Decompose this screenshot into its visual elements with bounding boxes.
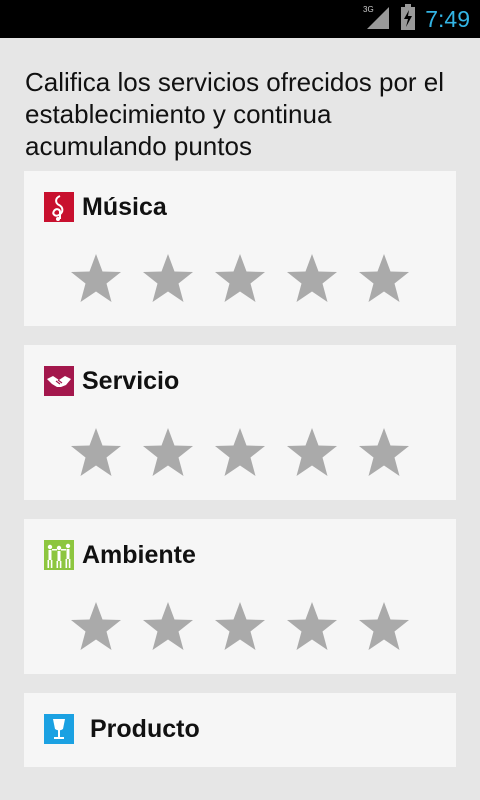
intro-text: Califica los servicios ofrecidos por el … [25, 67, 445, 161]
category-title: Producto [90, 714, 200, 743]
star-icon[interactable] [212, 425, 268, 481]
battery-charging-icon [401, 3, 416, 35]
star-icon[interactable] [284, 425, 340, 481]
category-title: Música [82, 192, 167, 221]
handshake-icon [44, 366, 74, 396]
rating-card-ambiente: Ambiente [24, 519, 456, 674]
star-rating[interactable] [68, 599, 428, 655]
star-icon[interactable] [356, 251, 412, 307]
people-dancing-icon [44, 540, 74, 570]
card-header: Música [44, 191, 167, 223]
svg-text:3G: 3G [363, 5, 374, 14]
glass-icon [44, 714, 74, 744]
star-icon[interactable] [284, 599, 340, 655]
star-icon[interactable] [356, 425, 412, 481]
category-title: Ambiente [82, 540, 196, 569]
music-note-icon [44, 192, 74, 222]
card-header: Servicio [44, 365, 179, 397]
rating-card-servicio: Servicio [24, 345, 456, 500]
rating-card-producto: Producto [24, 693, 456, 767]
rating-card-musica: Música [24, 171, 456, 326]
status-bar: 3G 7:49 [0, 0, 480, 38]
clock: 7:49 [425, 5, 470, 32]
star-icon[interactable] [284, 251, 340, 307]
star-icon[interactable] [212, 251, 268, 307]
star-icon[interactable] [68, 599, 124, 655]
star-icon[interactable] [356, 599, 412, 655]
category-title: Servicio [82, 366, 180, 395]
star-rating[interactable] [68, 251, 428, 307]
signal-icon: 3G [363, 3, 391, 36]
card-header: Ambiente [44, 539, 196, 571]
star-icon[interactable] [212, 599, 268, 655]
star-icon[interactable] [68, 425, 124, 481]
star-icon[interactable] [68, 251, 124, 307]
star-icon[interactable] [140, 251, 196, 307]
star-icon[interactable] [140, 599, 196, 655]
star-rating[interactable] [68, 425, 428, 481]
star-icon[interactable] [140, 425, 196, 481]
card-header: Producto [44, 713, 200, 745]
